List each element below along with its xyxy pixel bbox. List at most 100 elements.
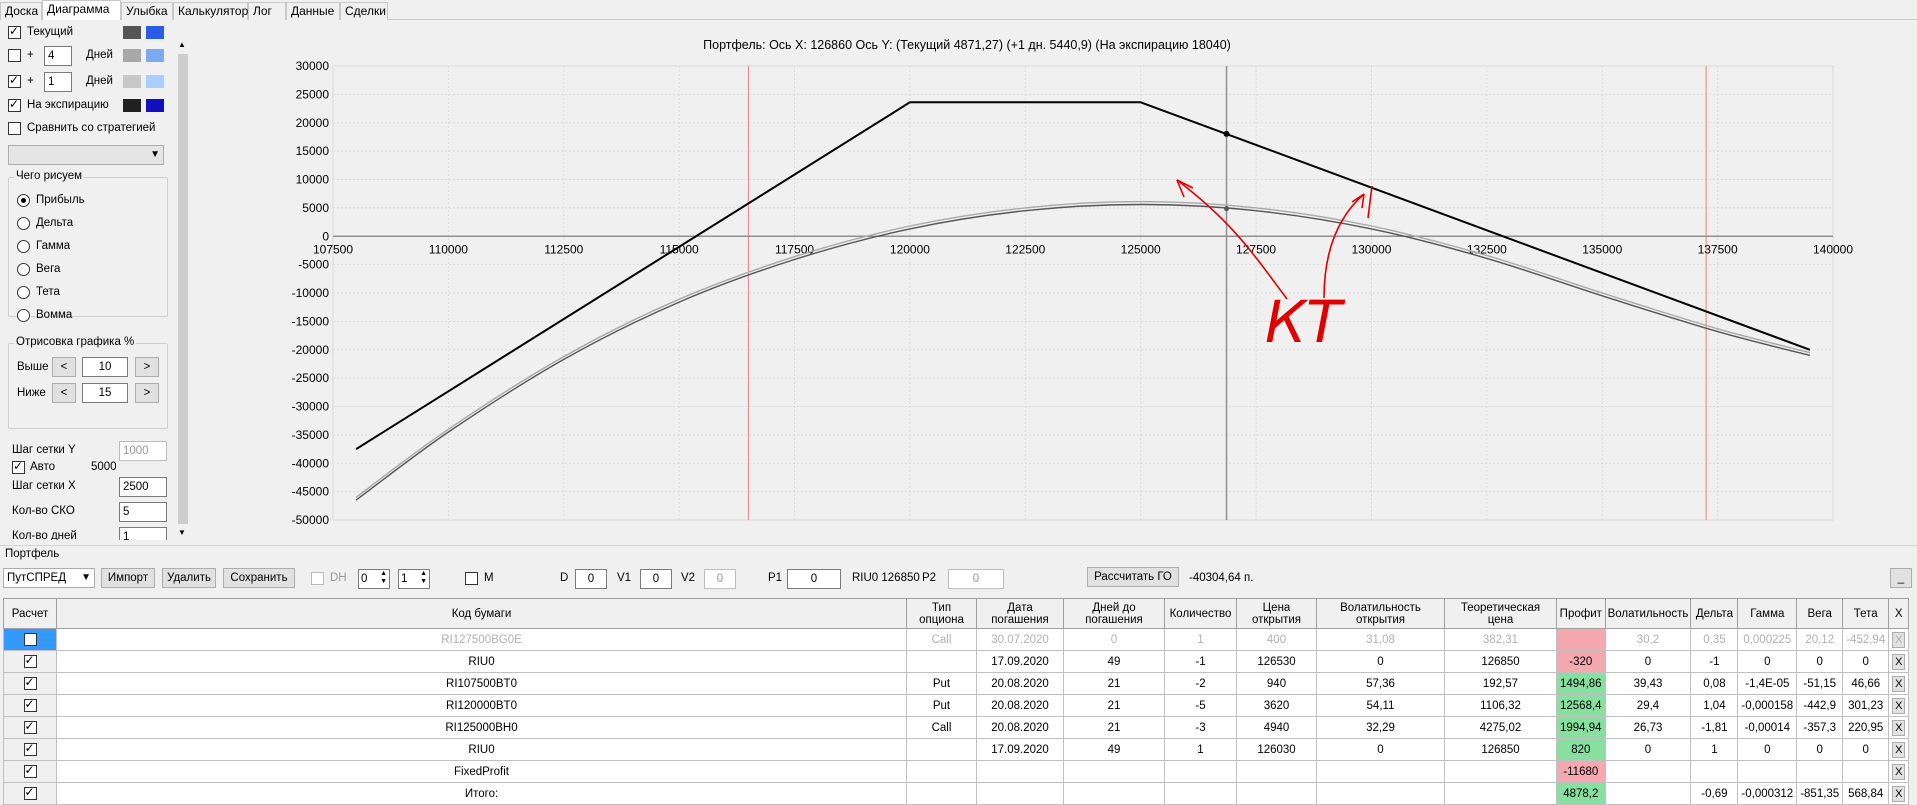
radio-profit[interactable] bbox=[17, 194, 30, 207]
days4-light-swatch[interactable] bbox=[146, 49, 164, 62]
tab-board[interactable]: Доска bbox=[0, 2, 42, 20]
cell-vol[interactable]: 0 bbox=[1604, 738, 1692, 761]
cell-vol[interactable] bbox=[1604, 782, 1692, 805]
calc-checkbox-cell[interactable] bbox=[3, 738, 57, 761]
col-header[interactable]: Тип опциона bbox=[906, 598, 977, 629]
cell-days[interactable]: 49 bbox=[1063, 738, 1165, 761]
delete-row-button[interactable]: X bbox=[1892, 697, 1906, 714]
cell-profit[interactable]: 4878,2 bbox=[1556, 782, 1606, 805]
cell-code[interactable]: RI125000BH0 bbox=[56, 716, 907, 739]
cell-profit[interactable]: 12568,4 bbox=[1556, 694, 1606, 717]
cell-code[interactable]: RI127500BG0E bbox=[56, 628, 907, 651]
below-increase-button[interactable]: > bbox=[135, 383, 159, 403]
cell-vol[interactable]: 0 bbox=[1604, 650, 1692, 673]
calc-checkbox-cell[interactable] bbox=[3, 694, 57, 717]
cell-delta[interactable] bbox=[1690, 760, 1739, 783]
cell-theo[interactable]: 382,31 bbox=[1444, 628, 1557, 651]
cell-vega[interactable]: 0 bbox=[1796, 650, 1844, 673]
below-input[interactable]: 15 bbox=[82, 383, 128, 403]
p2-input[interactable]: 0 bbox=[948, 569, 1004, 589]
delete-row-button[interactable]: X bbox=[1892, 763, 1906, 780]
delete-row-button[interactable]: X bbox=[1892, 631, 1906, 648]
col-header[interactable]: Количество bbox=[1164, 598, 1237, 629]
days1-checkbox[interactable] bbox=[8, 73, 21, 88]
delete-row-cell[interactable]: X bbox=[1888, 738, 1910, 761]
cell-delta[interactable]: 1,04 bbox=[1690, 694, 1739, 717]
calc-checkbox[interactable] bbox=[23, 763, 37, 778]
cell-open[interactable]: 400 bbox=[1236, 628, 1317, 651]
cell-theta[interactable]: 0 bbox=[1842, 738, 1890, 761]
cell-qty[interactable]: -2 bbox=[1164, 672, 1237, 695]
spin-icon[interactable]: ▲ ▼ bbox=[380, 570, 387, 586]
radio-vomma[interactable] bbox=[17, 309, 30, 322]
compare-checkbox[interactable] bbox=[8, 122, 21, 135]
calc-checkbox-cell[interactable] bbox=[3, 782, 57, 805]
grid-y-input[interactable]: 1000 bbox=[119, 441, 167, 461]
cell-theta[interactable] bbox=[1842, 760, 1890, 783]
cell-days[interactable]: 0 bbox=[1063, 628, 1165, 651]
delete-row-cell[interactable]: X bbox=[1888, 672, 1910, 695]
d-input[interactable]: 0 bbox=[575, 569, 607, 589]
days1-input[interactable]: 1 bbox=[44, 72, 72, 92]
cell-vol[interactable] bbox=[1604, 760, 1692, 783]
cell-code[interactable]: Итого: bbox=[56, 782, 907, 805]
cell-open[interactable] bbox=[1236, 782, 1317, 805]
cell-date[interactable]: 20.08.2020 bbox=[976, 672, 1064, 695]
cell-gamma[interactable]: 0,000225 bbox=[1737, 628, 1798, 651]
cell-theo[interactable] bbox=[1444, 782, 1557, 805]
cell-date[interactable]: 17.09.2020 bbox=[976, 650, 1064, 673]
days4-checkbox[interactable] bbox=[8, 49, 21, 62]
cell-vol-open[interactable]: 54,11 bbox=[1316, 694, 1445, 717]
calc-checkbox[interactable] bbox=[23, 653, 37, 668]
cell-theta[interactable]: 46,66 bbox=[1842, 672, 1890, 695]
calc-checkbox[interactable] bbox=[23, 741, 37, 756]
delete-row-cell[interactable]: X bbox=[1888, 650, 1910, 673]
cell-gamma[interactable]: -0,000312 bbox=[1737, 782, 1798, 805]
cell-vega[interactable]: 0 bbox=[1796, 738, 1844, 761]
v2-input[interactable]: 0 bbox=[704, 569, 736, 589]
cell-open[interactable]: 3620 bbox=[1236, 694, 1317, 717]
col-header[interactable]: Дельта bbox=[1690, 598, 1739, 629]
radio-delta[interactable] bbox=[17, 217, 30, 230]
cell-theo[interactable]: 1106,32 bbox=[1444, 694, 1557, 717]
calc-checkbox[interactable] bbox=[23, 697, 37, 712]
above-input[interactable]: 10 bbox=[82, 357, 128, 377]
cell-profit[interactable] bbox=[1556, 628, 1606, 651]
scroll-up-icon[interactable]: ▲ bbox=[178, 40, 186, 49]
above-decrease-button[interactable]: < bbox=[52, 357, 76, 377]
col-header[interactable]: Тета bbox=[1842, 598, 1890, 629]
strategy-compare-select[interactable]: ▼ bbox=[8, 145, 164, 165]
table-row[interactable]: RIU017.09.202049-11265300126850-3200-100… bbox=[3, 650, 1910, 673]
cell-date[interactable]: 20.08.2020 bbox=[976, 694, 1064, 717]
delete-row-cell[interactable]: X bbox=[1888, 716, 1910, 739]
cell-type[interactable]: Call bbox=[906, 628, 977, 651]
cell-qty[interactable] bbox=[1164, 760, 1237, 783]
chart-canvas[interactable]: 107500 110000 112500 115000 117500 120000 1225… bbox=[192, 22, 1917, 542]
col-header[interactable]: Код бумаги bbox=[56, 598, 907, 629]
cell-type[interactable]: Put bbox=[906, 672, 977, 695]
col-header[interactable]: Вега bbox=[1796, 598, 1844, 629]
dh-spin1[interactable]: 0 ▲ ▼ bbox=[358, 569, 390, 589]
cell-profit[interactable]: -11680 bbox=[1556, 760, 1606, 783]
cell-delta[interactable]: -0,69 bbox=[1690, 782, 1739, 805]
col-header[interactable]: Профит bbox=[1556, 598, 1606, 629]
cell-open[interactable]: 126530 bbox=[1236, 650, 1317, 673]
cell-gamma[interactable]: -0,00014 bbox=[1737, 716, 1798, 739]
cell-type[interactable] bbox=[906, 760, 977, 783]
cell-vol-open[interactable]: 57,36 bbox=[1316, 672, 1445, 695]
import-button[interactable]: Импорт bbox=[101, 568, 155, 588]
grid-x-input[interactable]: 2500 bbox=[119, 477, 167, 497]
col-header[interactable]: Дата погашения bbox=[976, 598, 1064, 629]
cell-theo[interactable]: 4275,02 bbox=[1444, 716, 1557, 739]
table-row[interactable]: RIU017.09.2020491126030012685082001000X bbox=[3, 738, 1910, 761]
expiration-checkbox[interactable] bbox=[8, 97, 21, 112]
cell-qty[interactable]: 1 bbox=[1164, 738, 1237, 761]
days4-dark-swatch[interactable] bbox=[123, 49, 141, 62]
calc-checkbox-cell[interactable] bbox=[3, 650, 57, 673]
cell-profit[interactable]: -320 bbox=[1556, 650, 1606, 673]
save-button[interactable]: Сохранить bbox=[223, 568, 295, 588]
cell-gamma[interactable]: -0,000158 bbox=[1737, 694, 1798, 717]
cell-theta[interactable]: 301,23 bbox=[1842, 694, 1890, 717]
days-count-input[interactable]: 1 bbox=[119, 527, 167, 540]
calc-checkbox[interactable] bbox=[23, 633, 37, 646]
